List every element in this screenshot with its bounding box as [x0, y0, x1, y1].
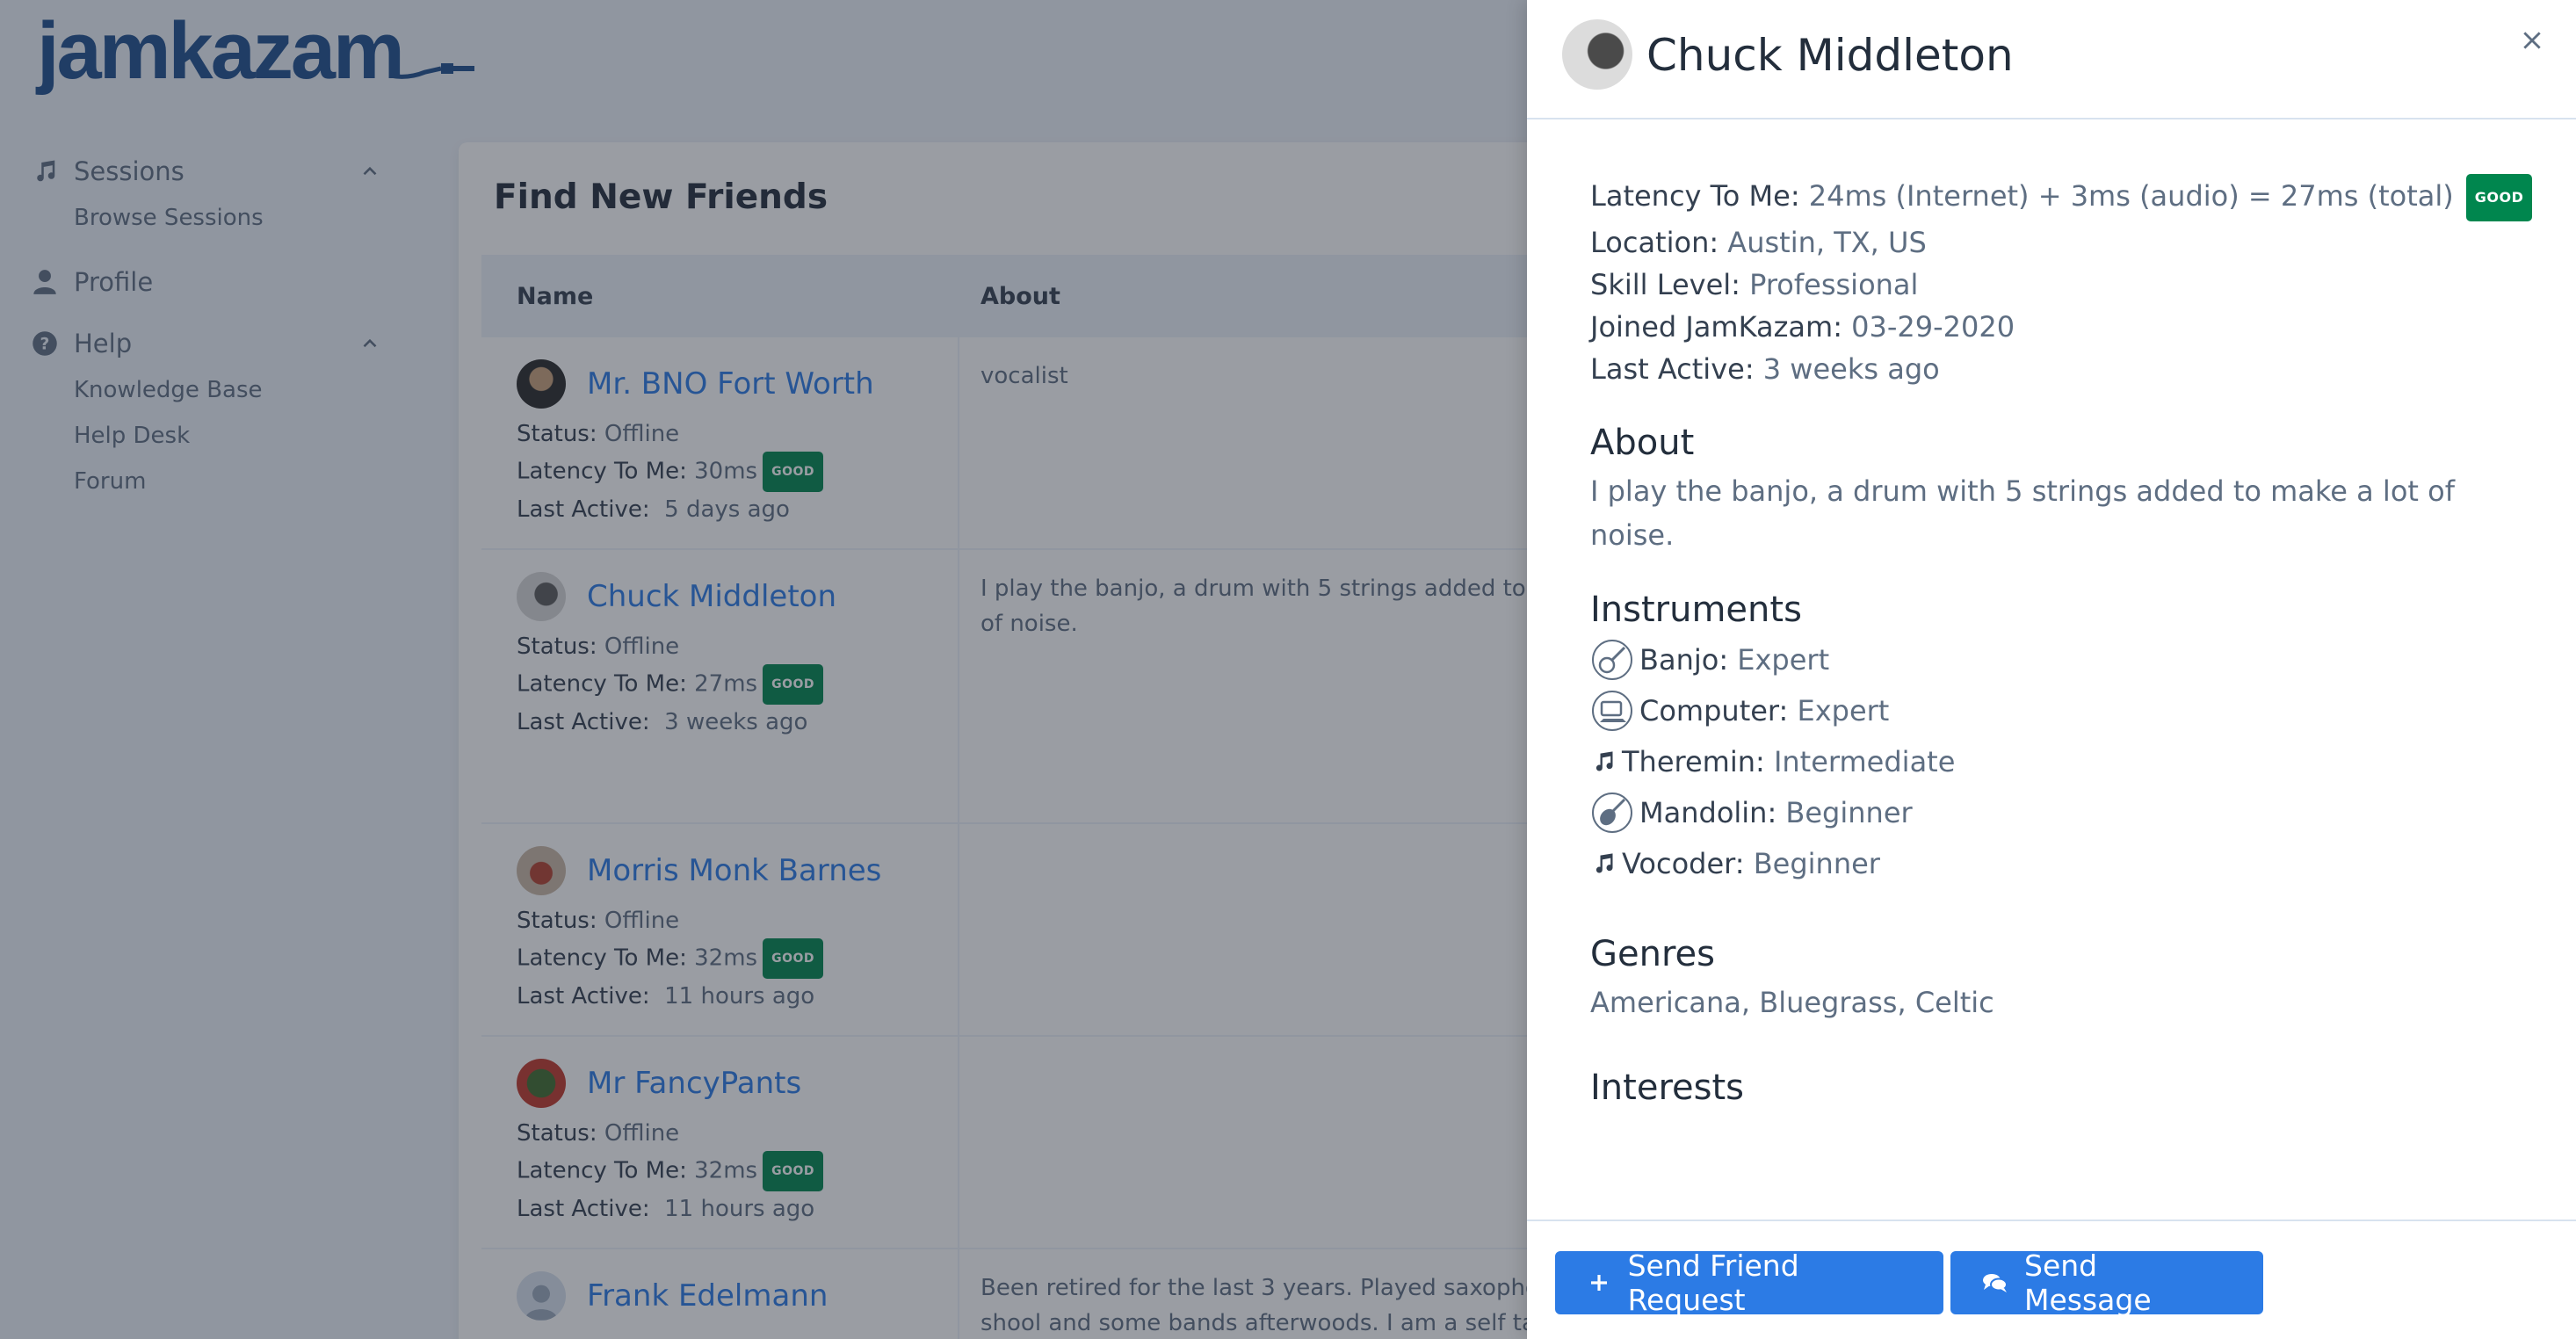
- panel-header: Chuck Middleton: [1527, 0, 2576, 119]
- genres-heading: Genres: [1590, 934, 1715, 974]
- interests-heading: Interests: [1590, 1068, 1744, 1108]
- last-active-value: 3 weeks ago: [1762, 352, 1940, 386]
- comments-icon: [1982, 1270, 2008, 1296]
- joined-row: Joined JamKazam: 03-29-2020: [1590, 306, 2539, 348]
- instrument-item: Banjo: Expert: [1590, 634, 2539, 685]
- panel-body: Latency To Me: 24ms (Internet) + 3ms (au…: [1590, 174, 2539, 1112]
- instrument-level: Beginner: [1785, 796, 1913, 829]
- send-friend-request-button[interactable]: Send Friend Request: [1555, 1249, 1943, 1317]
- close-icon: [2523, 32, 2541, 49]
- instrument-item: Mandolin: Beginner: [1590, 787, 2539, 838]
- instruments-heading: Instruments: [1590, 590, 1802, 630]
- computer-icon: [1590, 689, 1634, 733]
- skill-value: Professional: [1749, 268, 1919, 301]
- location-value: Austin, TX, US: [1727, 226, 1927, 259]
- music-note-icon: [1590, 842, 1617, 886]
- location-label: Location:: [1590, 226, 1719, 259]
- latency-label: Latency To Me:: [1590, 179, 1800, 213]
- send-message-button[interactable]: Send Message: [1950, 1249, 2263, 1317]
- panel-footer: Send Friend Request Send Message: [1527, 1220, 2576, 1339]
- last-active-row: Last Active: 3 weeks ago: [1590, 348, 2539, 390]
- joined-label: Joined JamKazam:: [1590, 310, 1842, 344]
- about-text: I play the banjo, a drum with 5 strings …: [1590, 474, 2455, 552]
- close-button[interactable]: [2514, 23, 2550, 58]
- skill-row: Skill Level: Professional: [1590, 264, 2539, 306]
- instrument-item: Theremin: Intermediate: [1590, 736, 2539, 787]
- button-label: Send Message: [2024, 1249, 2152, 1317]
- instrument-level: Expert: [1737, 643, 1830, 677]
- instrument-list: Banjo: Expert Computer: Expert Theremin:…: [1590, 634, 2539, 889]
- instrument-name: Vocoder:: [1622, 847, 1745, 880]
- latency-row: Latency To Me: 24ms (Internet) + 3ms (au…: [1590, 174, 2539, 221]
- instrument-name: Mandolin:: [1639, 796, 1777, 829]
- last-active-label: Last Active:: [1590, 352, 1755, 386]
- music-note-icon: [1590, 740, 1617, 784]
- plus-icon: [1587, 1270, 1612, 1296]
- panel-title: Chuck Middleton: [1646, 30, 2014, 81]
- location-row: Location: Austin, TX, US: [1590, 221, 2539, 264]
- joined-value: 03-29-2020: [1851, 310, 2015, 344]
- avatar: [1562, 19, 1632, 90]
- skill-label: Skill Level:: [1590, 268, 1740, 301]
- instrument-name: Theremin:: [1622, 745, 1765, 778]
- genres-text: Americana, Bluegrass, Celtic: [1590, 986, 1994, 1019]
- status-badge: GOOD: [2465, 174, 2533, 221]
- instrument-level: Intermediate: [1773, 745, 1956, 778]
- mandolin-icon: [1590, 791, 1634, 835]
- instrument-item: Vocoder: Beginner: [1590, 838, 2539, 889]
- profile-side-panel: Chuck Middleton Latency To Me: 24ms (Int…: [1527, 0, 2576, 1339]
- instrument-name: Computer:: [1639, 694, 1789, 727]
- latency-value: 24ms (Internet) + 3ms (audio) = 27ms (to…: [1808, 179, 2454, 213]
- banjo-icon: [1590, 638, 1634, 682]
- instrument-name: Banjo:: [1639, 643, 1729, 677]
- instrument-level: Beginner: [1753, 847, 1880, 880]
- about-heading: About: [1590, 423, 1695, 463]
- instrument-level: Expert: [1797, 694, 1890, 727]
- button-label: Send Friend Request: [1627, 1249, 1799, 1317]
- instrument-item: Computer: Expert: [1590, 685, 2539, 736]
